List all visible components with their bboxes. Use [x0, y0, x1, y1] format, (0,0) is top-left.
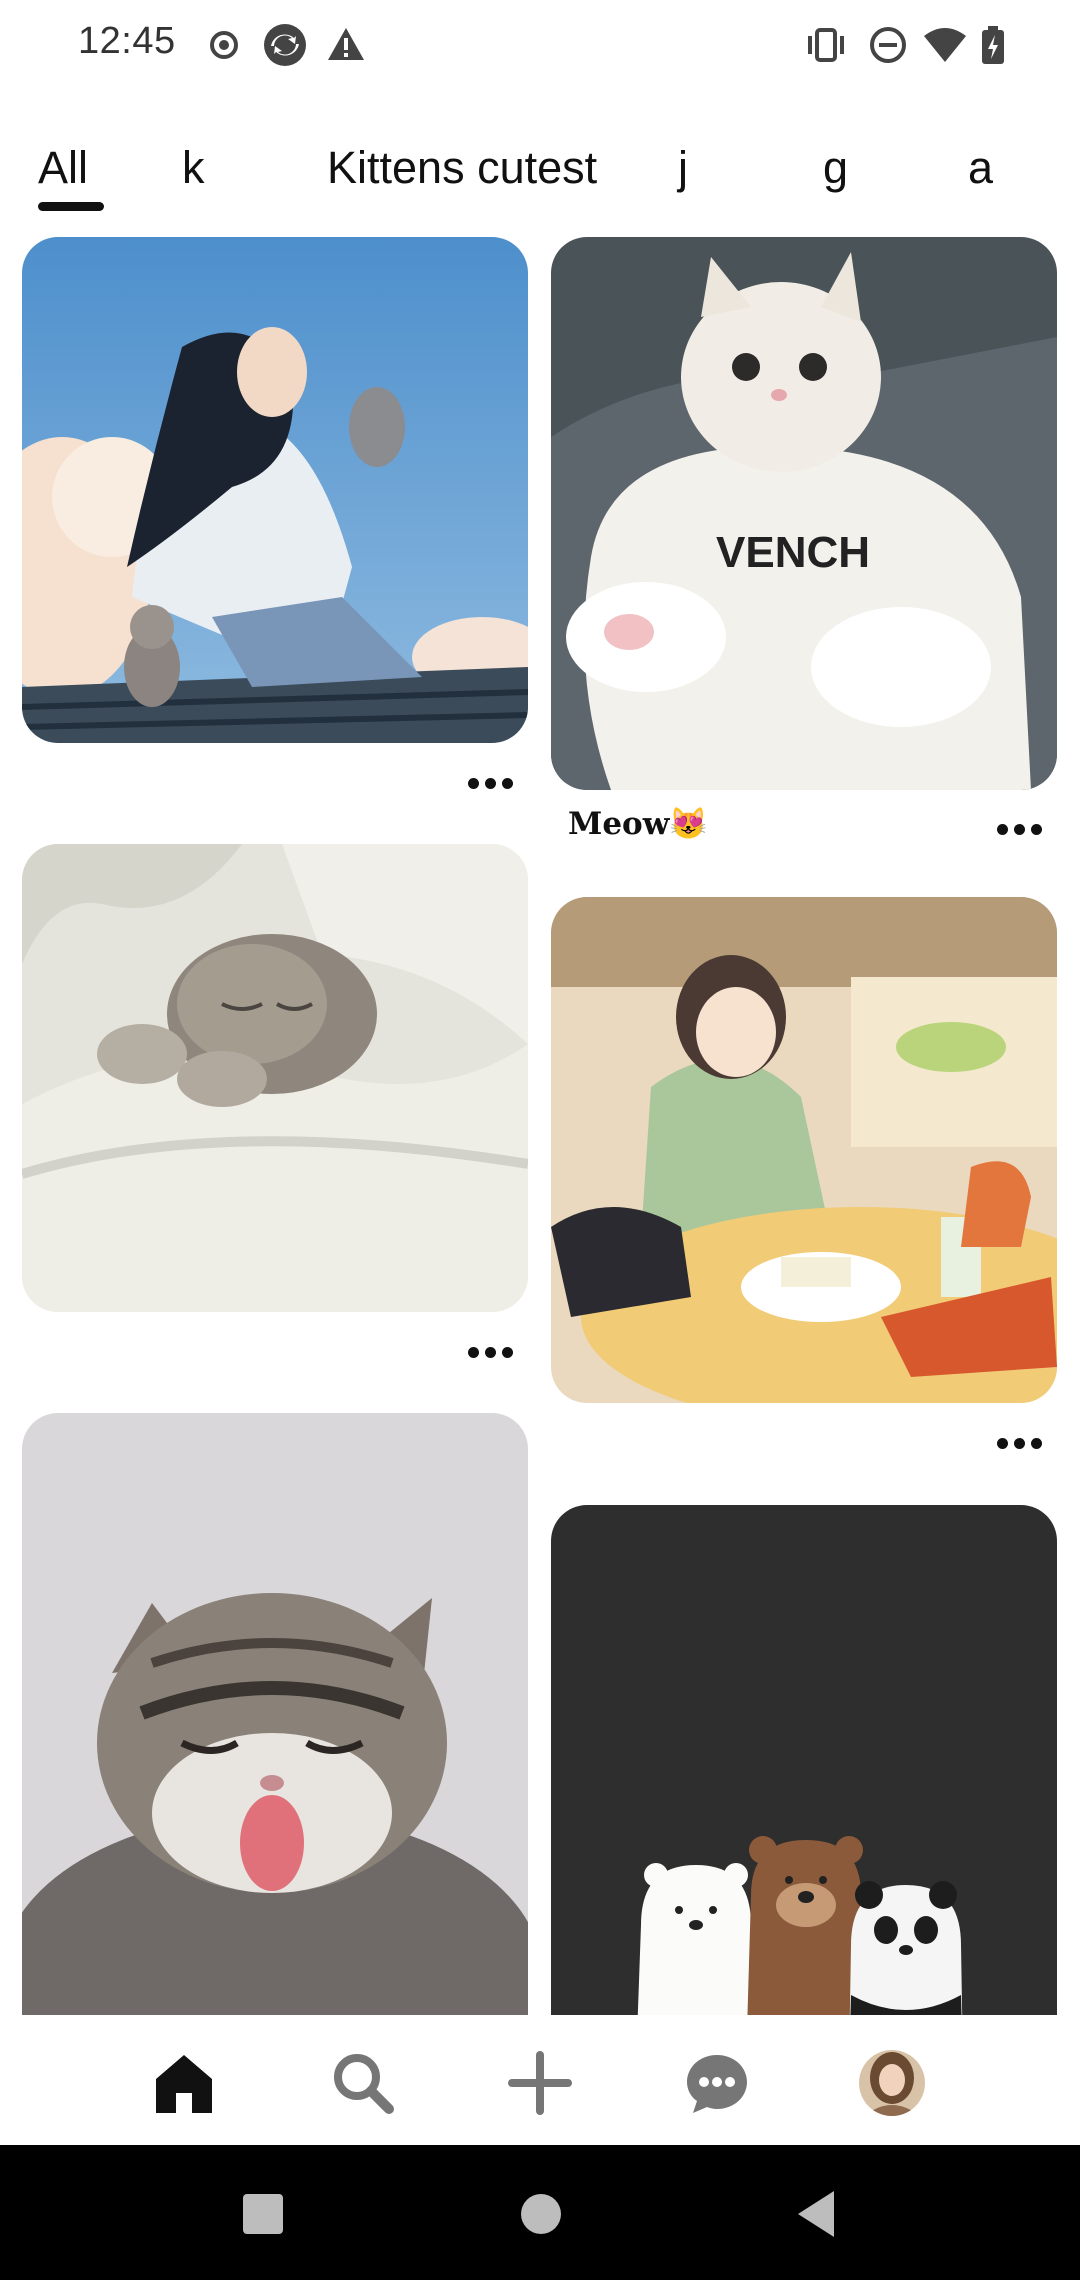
svg-text:VENCH: VENCH	[716, 528, 870, 577]
back-button[interactable]	[796, 2189, 836, 2244]
tab-k[interactable]: k	[182, 142, 205, 194]
pin-more-options-button[interactable]	[460, 1337, 520, 1367]
pin-image-white-kitten-sweater[interactable]: VENCH	[551, 237, 1057, 790]
warning-icon	[326, 22, 366, 73]
tab-g[interactable]: g	[823, 142, 848, 194]
recents-button[interactable]	[242, 2193, 284, 2240]
nav-create-button[interactable]	[500, 2045, 580, 2125]
pin-image-anime-girl-breakfast[interactable]	[551, 897, 1057, 1403]
home-button[interactable]	[520, 2193, 562, 2240]
bottom-navigation	[0, 2015, 1080, 2145]
nav-search-button[interactable]	[323, 2045, 403, 2125]
status-time: 12:45	[78, 20, 176, 62]
board-tabs: All k Kittens cutest j g a	[0, 130, 1080, 220]
plus-icon	[508, 2050, 572, 2120]
nav-profile-button[interactable]	[852, 2045, 932, 2125]
tab-selected-indicator	[38, 202, 104, 211]
pin-image-yawning-kitten[interactable]	[22, 1413, 528, 2015]
sync-icon	[262, 22, 308, 73]
nav-messages-button[interactable]	[677, 2045, 757, 2125]
pin-title: Meow😻	[568, 806, 708, 842]
tab-a[interactable]: a	[968, 142, 993, 194]
record-icon	[208, 22, 240, 73]
tab-kittens-cutest[interactable]: Kittens cutest	[327, 142, 597, 194]
tab-j[interactable]: j	[678, 142, 688, 194]
pin-image-we-bare-bears[interactable]	[551, 1505, 1057, 2015]
tab-all[interactable]: All	[38, 142, 88, 194]
nav-home-button[interactable]	[144, 2045, 224, 2125]
avatar	[857, 2048, 927, 2123]
vibrate-icon	[804, 22, 848, 73]
system-navigation-bar	[0, 2145, 1080, 2280]
wifi-icon	[922, 22, 968, 73]
chat-icon	[685, 2051, 749, 2120]
pin-image-sleeping-kitten[interactable]	[22, 844, 528, 1312]
pin-more-options-button[interactable]	[460, 768, 520, 798]
pin-feed: VENCH Meow😻	[0, 230, 1080, 2015]
pin-image-anime-girl-cats[interactable]	[22, 237, 528, 743]
home-icon	[152, 2051, 216, 2120]
pin-more-options-button[interactable]	[989, 814, 1049, 844]
pin-more-options-button[interactable]	[989, 1428, 1049, 1458]
search-icon	[331, 2051, 395, 2120]
status-bar: 12:45	[0, 0, 1080, 90]
battery-charging-icon	[980, 22, 1006, 73]
do-not-disturb-icon	[868, 22, 908, 73]
